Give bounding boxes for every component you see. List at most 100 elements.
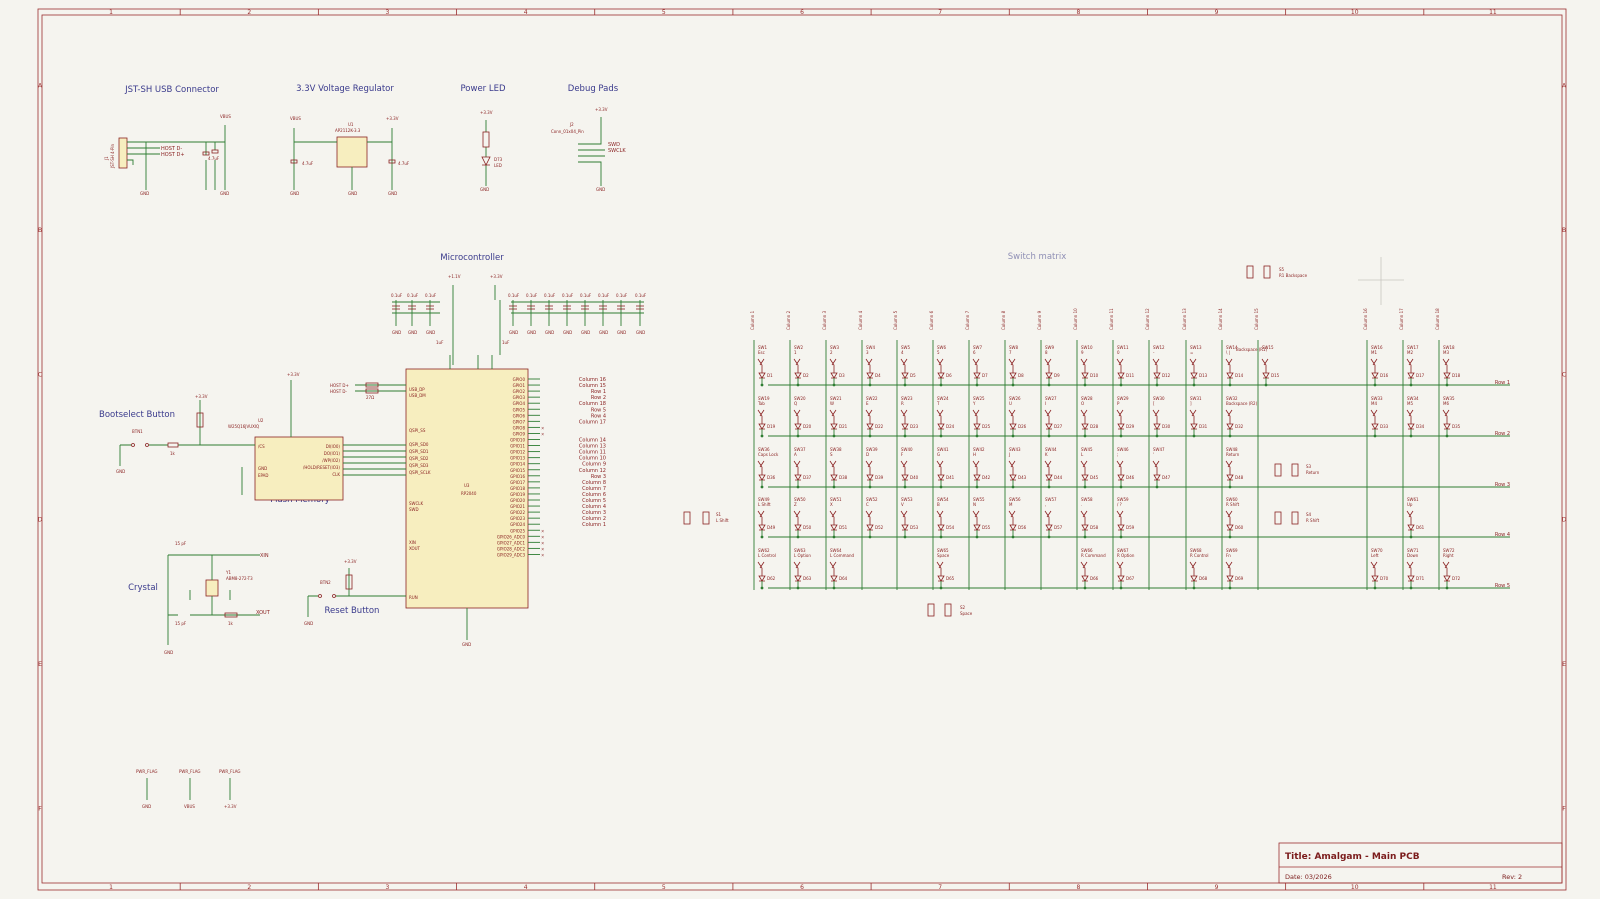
matrix-switch: SW46; D46 [1116,447,1135,489]
flash-pin-label: EPAD [258,473,269,478]
diode-ref: D56 [1018,525,1027,530]
gnd-label-reg3: GND [388,191,397,196]
matrix-row-label: Row 3 [1495,482,1510,488]
switch-key-label: / ? [1117,502,1122,507]
matrix-column-label: Column 4 [858,310,863,330]
zone-row-right: D [1562,516,1567,523]
power-led-block: +3.3V D73 LED GND [480,110,503,192]
matrix-switch: SW32D3 [829,345,845,387]
matrix-column-label: Column 12 [1145,308,1150,330]
matrix-switch: SW64L CommandD64 [829,548,855,590]
svg-text:R Shift: R Shift [1306,518,1320,523]
matrix-switch: SW43J D43 [1008,447,1027,489]
matrix-diode [1045,524,1053,531]
matrix-diode [1407,524,1415,531]
matrix-diode [1081,474,1089,481]
zone-col-top: 3 [386,9,390,16]
gnd-label-dbg: GND [596,187,605,192]
matrix-diode [794,423,802,430]
no-connect-marker: × [541,425,544,430]
matrix-diode [1407,372,1415,379]
diode-ref: D55 [982,525,991,530]
matrix-switch: SW34M5D34 [1406,396,1425,438]
switch-key-label: , [1045,502,1046,507]
diode-ref: D71 [1416,576,1425,581]
switch-key-label: I [1045,401,1046,406]
matrix-switch: SW45LD45 [1080,447,1099,489]
diode-ref: D43 [1018,475,1027,480]
matrix-switch: SW39DD39 [865,447,884,489]
rp2040-gpio-label: GPIO15 [510,468,525,473]
led-resistor [482,131,490,148]
switch-key-label: M2 [1407,350,1413,355]
switch-key-label: Backspace (R2) [1226,401,1258,406]
diode-ref: D8 [1018,373,1024,378]
regulator-section-title: 3.3V Voltage Regulator [296,84,394,94]
matrix-diode [1190,423,1198,430]
switch-key-label: Y [972,401,976,406]
matrix-column-label: Column 6 [929,310,934,330]
no-connect-marker: × [541,540,544,545]
title-block: Title: Amalgam - Main PCB Date: 03/2026 … [1278,842,1563,884]
diode-ref: D18 [1452,373,1461,378]
switch-key-label: F [901,452,904,457]
svg-text:R1 Backspace: R1 Backspace [1279,273,1308,278]
matrix-diode [973,524,981,531]
matrix-column-label: Column 14 [1218,308,1223,330]
diode-ref: D36 [767,475,776,480]
diode-ref: D49 [767,525,776,530]
matrix-row-label: Row 2 [1495,431,1510,437]
rp2040-gpio-label: GPIO16 [510,474,525,479]
no-connect-marker: × [541,431,544,436]
matrix-switch: SW109D10 [1080,345,1099,387]
debug-section-title: Debug Pads [568,84,619,94]
pwr-flag-gnd: GND [142,804,151,809]
matrix-switch: SW71DownD71 [1406,548,1425,590]
r-xtal: 1k [228,621,234,626]
switch-ref: SW30 [1153,396,1165,401]
v33-label-reg: +3.3V [386,116,399,121]
matrix-switch: SW59/ ?D59 [1116,497,1135,539]
matrix-switch: SW37AD37 [793,447,812,489]
rp2040-gpio-label: GPIO11 [510,444,525,449]
switch-key-label: Return [1226,452,1240,457]
switch-key-label: V [901,502,904,507]
vbus-label-reg: VBUS [290,116,301,121]
c-xtal-1: 15 pF [175,541,187,546]
j1-value: JST-SH 4-Pin [110,144,115,169]
rp2040-gpio-label: GPIO18 [510,486,525,491]
zone-col-bottom: 11 [1489,884,1497,891]
diode-ref: D67 [1126,576,1135,581]
matrix-column-label: Column 18 [1435,308,1440,330]
matrix-diode [866,372,874,379]
diode-ref: D70 [1380,576,1389,581]
matrix-diode [1226,524,1234,531]
rp2040-pin-label: QSPI_SD1 [409,449,429,454]
zone-row-left: F [38,806,42,813]
rp2040-gpio-label: GPIO14 [510,462,525,467]
switch-key-label: M4 [1371,401,1377,406]
led-value: LED [494,163,502,168]
v33-label-dbg: +3.3V [595,107,608,112]
switch-key-label: S [830,452,833,457]
switch-key-label: G [937,452,940,457]
gnd-label-reg2: GND [348,191,357,196]
zone-col-top: 6 [800,9,804,16]
matrix-diode [1262,372,1270,379]
svg-text:S3: S3 [1306,464,1312,469]
matrix-diode [1081,372,1089,379]
matrix-switch: SW30[D30 [1152,396,1171,438]
pwr-flag-2: PWR_FLAG [179,769,201,774]
switch-key-label: 0 [1117,350,1120,355]
switch-key-label: N [973,502,976,507]
matrix-switch: SW98D9 [1044,345,1060,387]
matrix-switch: SW51XD51 [829,497,848,539]
matrix-diode [758,474,766,481]
diode-ref: D66 [1090,576,1099,581]
matrix-diode [1117,474,1125,481]
diode-ref: D58 [1090,525,1099,530]
c-usb-val: 4.7uF [208,156,220,161]
switch-key-label: D [866,452,869,457]
matrix-diode [1009,474,1017,481]
matrix-diode [1009,423,1017,430]
